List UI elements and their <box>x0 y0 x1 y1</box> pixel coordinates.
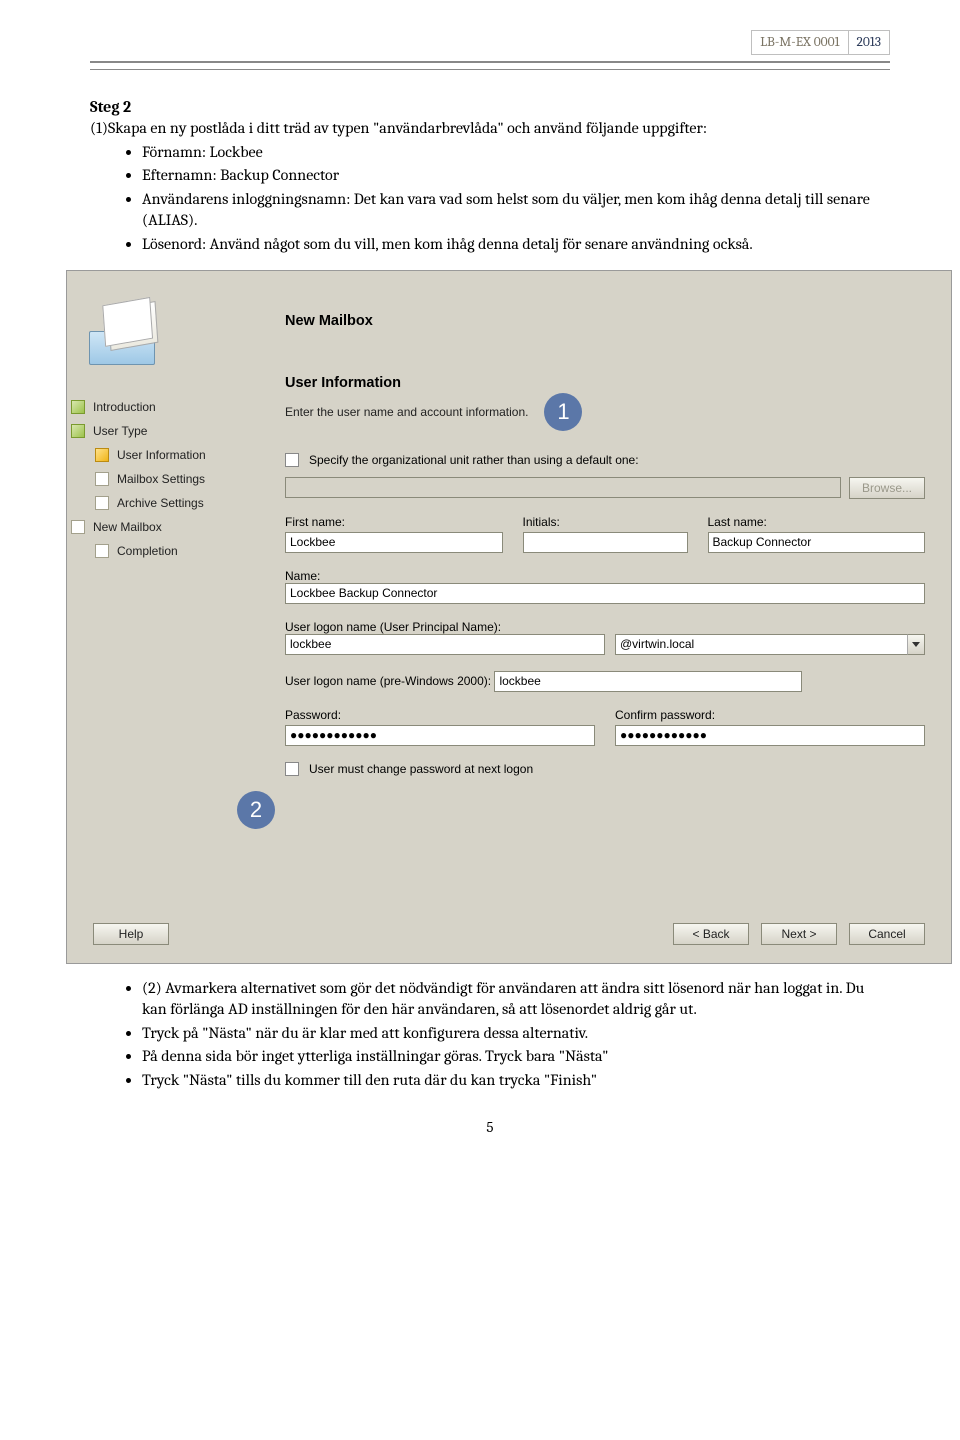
bullet-item: Tryck på "Nästa" när du är klar med att … <box>142 1023 890 1045</box>
mailbox-icon <box>89 305 161 365</box>
must-change-label: User must change password at next logon <box>309 762 533 776</box>
bullet-item: Lösenord: Använd något som du vill, men … <box>142 234 890 256</box>
step-mailbox-settings: Mailbox Settings <box>95 467 261 491</box>
confirm-password-label: Confirm password: <box>615 708 925 722</box>
wizard-content: New Mailbox User Information Enter the u… <box>261 271 951 911</box>
section-subtitle: Enter the user name and account informat… <box>285 405 528 419</box>
step-new-mailbox: New Mailbox <box>71 515 261 539</box>
bullet-item: Förnamn: Lockbee <box>142 142 890 164</box>
bullet-item: På denna sida bör inget ytterliga instäl… <box>142 1046 890 1068</box>
back-button[interactable]: < Back <box>673 923 749 945</box>
password-input[interactable] <box>285 725 595 746</box>
specify-ou-row: Specify the organizational unit rather t… <box>285 453 925 467</box>
callout-2: 2 <box>237 791 275 829</box>
confirm-password-input[interactable] <box>615 725 925 746</box>
chevron-down-icon[interactable] <box>907 634 925 655</box>
bullet-item: Användarens inloggningsnamn: Det kan var… <box>142 189 890 232</box>
wizard-sidebar: Introduction User Type User Information … <box>67 271 261 911</box>
next-button[interactable]: Next > <box>761 923 837 945</box>
new-mailbox-wizard: Introduction User Type User Information … <box>66 270 952 964</box>
upn-label: User logon name (User Principal Name): <box>285 620 501 634</box>
upn-domain-select[interactable] <box>615 634 925 655</box>
pre2000-label: User logon name (pre-Windows 2000): <box>285 674 491 688</box>
page-number: 5 <box>90 1118 890 1136</box>
page-header: LB-M-EX 0001 2013 <box>90 30 890 63</box>
name-label: Name: <box>285 569 320 583</box>
bullet-item: Tryck "Nästa" tills du kommer till den r… <box>142 1070 890 1092</box>
wizard-steps: Introduction User Type User Information … <box>85 395 261 563</box>
doc-year: 2013 <box>848 30 890 55</box>
section-title: User Information <box>285 375 925 391</box>
cancel-button[interactable]: Cancel <box>849 923 925 945</box>
last-name-input[interactable] <box>708 532 926 553</box>
step-bullets: Förnamn: Lockbee Efternamn: Backup Conne… <box>90 142 890 256</box>
step-completion: Completion <box>95 539 261 563</box>
bullet-item: Efternamn: Backup Connector <box>142 165 890 187</box>
ou-path-input <box>285 477 841 498</box>
first-name-label: First name: <box>285 515 503 529</box>
pre2000-input[interactable] <box>494 671 801 692</box>
step-user-type: User Type <box>71 419 261 443</box>
step-intro: (1)Skapa en ny postlåda i ditt träd av t… <box>90 118 890 140</box>
step-title: Steg 2 <box>90 98 890 116</box>
doc-code: LB-M-EX 0001 <box>751 30 848 55</box>
password-label: Password: <box>285 708 595 722</box>
browse-button[interactable]: Browse... <box>849 477 925 499</box>
wizard-title: New Mailbox <box>285 313 925 329</box>
must-change-checkbox[interactable] <box>285 762 299 776</box>
step-introduction: Introduction <box>71 395 261 419</box>
last-name-label: Last name: <box>708 515 926 529</box>
help-button[interactable]: Help <box>93 923 169 945</box>
initials-label: Initials: <box>523 515 688 529</box>
specify-ou-label: Specify the organizational unit rather t… <box>309 453 639 467</box>
after-bullets: (2) Avmarkera alternativet som gör det n… <box>90 978 890 1092</box>
upn-input[interactable] <box>285 634 605 655</box>
step-user-information: User Information <box>95 443 261 467</box>
first-name-input[interactable] <box>285 532 503 553</box>
header-rule <box>90 69 890 70</box>
specify-ou-checkbox[interactable] <box>285 453 299 467</box>
initials-input[interactable] <box>523 532 688 553</box>
step-archive-settings: Archive Settings <box>95 491 261 515</box>
callout-1: 1 <box>544 393 582 431</box>
must-change-row: User must change password at next logon <box>285 762 925 776</box>
name-input[interactable] <box>285 583 925 604</box>
bullet-item: (2) Avmarkera alternativet som gör det n… <box>142 978 890 1021</box>
